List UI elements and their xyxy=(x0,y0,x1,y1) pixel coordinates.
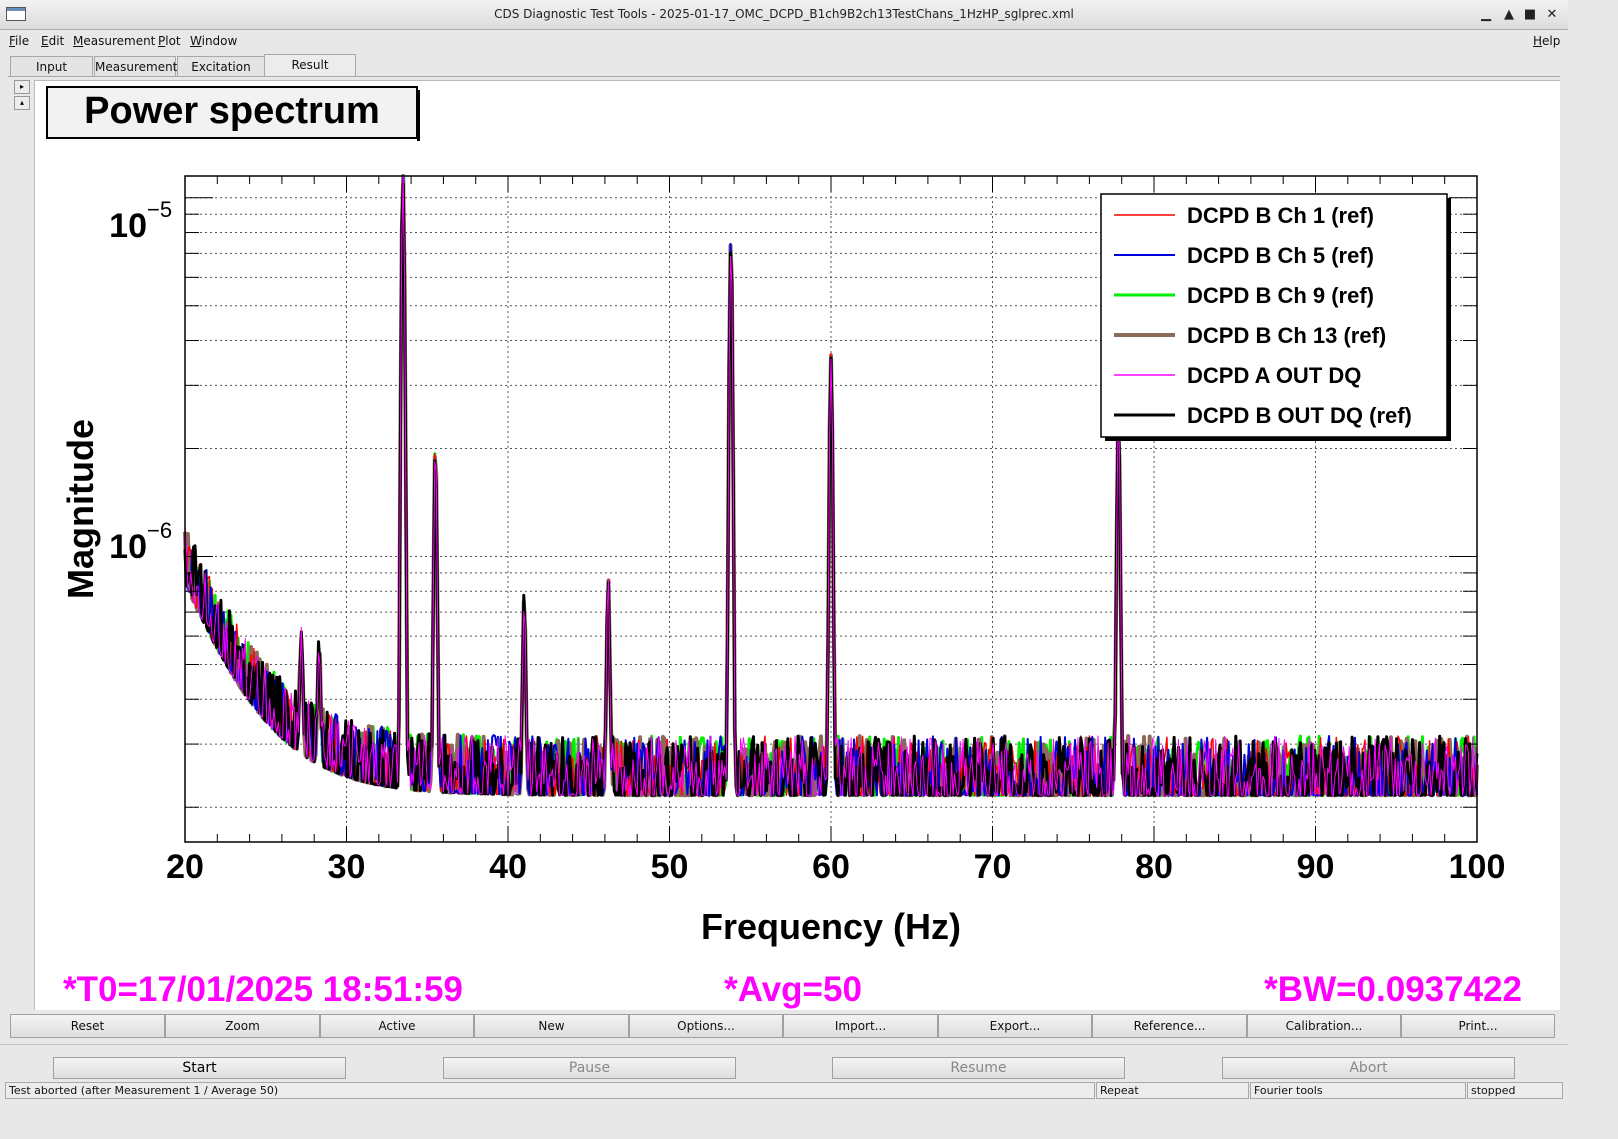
pause-button[interactable]: Pause xyxy=(443,1057,736,1079)
plot-title-shadow xyxy=(417,90,420,141)
menu-plot[interactable]: Plot xyxy=(158,34,181,48)
x-tick-label: 50 xyxy=(651,848,689,886)
start-button[interactable]: Start xyxy=(53,1057,346,1079)
run-controls: Start Pause Resume Abort xyxy=(0,1044,1568,1080)
menu-plot-label: lot xyxy=(165,34,181,48)
avg-annotation: *Avg=50 xyxy=(724,970,862,1009)
tab-result[interactable]: Result xyxy=(264,54,356,76)
expand-up-icon[interactable]: ▴ xyxy=(14,96,30,110)
options-button[interactable]: Options... xyxy=(629,1014,783,1038)
tab-bar: Input Measurement Excitation Result xyxy=(0,54,1568,78)
menu-measurement-label: easurement xyxy=(83,34,156,48)
menu-measurement-accel: M xyxy=(73,34,84,48)
ytick-exp-1e-5: −5 xyxy=(147,197,172,222)
zoom-button[interactable]: Zoom xyxy=(165,1014,320,1038)
calibration-button[interactable]: Calibration... xyxy=(1247,1014,1401,1038)
reset-button[interactable]: Reset xyxy=(10,1014,165,1038)
status-tools: Fourier tools xyxy=(1250,1082,1466,1099)
window-title: CDS Diagnostic Test Tools - 2025-01-17_O… xyxy=(494,7,1074,21)
menu-edit-accel: E xyxy=(41,34,49,48)
x-tick-label: 20 xyxy=(166,848,204,886)
close-icon[interactable]: ✕ xyxy=(1543,6,1561,24)
menu-window-label: indow xyxy=(201,34,238,48)
t0-annotation: *T0=17/01/2025 18:51:59 xyxy=(63,970,463,1009)
active-button[interactable]: Active xyxy=(320,1014,474,1038)
x-tick-labels: 20 30 40 50 60 70 80 90 100 xyxy=(166,848,1505,886)
app-window: CDS Diagnostic Test Tools - 2025-01-17_O… xyxy=(0,0,1568,1104)
ytick-label-1e-6: 10 xyxy=(109,528,147,566)
status-state: stopped xyxy=(1467,1082,1563,1099)
legend-entry: DCPD B Ch 1 (ref) xyxy=(1187,203,1374,228)
status-message: Test aborted (after Measurement 1 / Aver… xyxy=(5,1082,1095,1099)
y-axis-title: Magnitude xyxy=(60,419,101,599)
tab-measurement[interactable]: Measurement xyxy=(94,56,177,76)
menu-help-label: elp xyxy=(1542,34,1561,48)
legend-box xyxy=(1100,193,1448,438)
menu-bar: File Edit Measurement Plot Window Help xyxy=(0,30,1568,52)
minimize-icon[interactable]: ▁ xyxy=(1477,6,1495,24)
tab-divider xyxy=(8,76,1560,77)
import-button[interactable]: Import... xyxy=(783,1014,938,1038)
new-button[interactable]: New xyxy=(474,1014,629,1038)
x-tick-label: 60 xyxy=(812,848,850,886)
status-bar: Test aborted (after Measurement 1 / Aver… xyxy=(0,1082,1568,1100)
plot-title: Power spectrum xyxy=(84,90,380,132)
tab-excitation[interactable]: Excitation xyxy=(177,56,265,76)
legend-entry: DCPD B Ch 9 (ref) xyxy=(1187,283,1374,308)
ytick-exp-1e-6: −6 xyxy=(147,518,172,543)
abort-button[interactable]: Abort xyxy=(1222,1057,1515,1079)
print-button[interactable]: Print... xyxy=(1401,1014,1555,1038)
bw-annotation: *BW=0.0937422 xyxy=(1264,970,1522,1009)
expand-right-icon[interactable]: ▸ xyxy=(14,80,30,94)
menu-help-accel: H xyxy=(1533,34,1543,48)
x-tick-label: 30 xyxy=(328,848,366,886)
x-tick-label: 90 xyxy=(1297,848,1335,886)
plot-pad[interactable]: Power spectrum 10 −5 10 −6 20 30 40 50 60 70 8… xyxy=(34,80,1560,1010)
restore-icon[interactable]: ■ xyxy=(1521,6,1539,24)
x-tick-label: 100 xyxy=(1449,848,1506,886)
legend-entry: DCPD B Ch 5 (ref) xyxy=(1187,243,1374,268)
plot-toolbar: Reset Zoom Active New Options... Import.… xyxy=(10,1014,1555,1040)
menu-window-accel: W xyxy=(190,34,202,48)
menu-help[interactable]: Help xyxy=(1533,34,1560,48)
maximize-icon[interactable]: ▲ xyxy=(1500,6,1518,24)
legend-entry: DCPD B Ch 13 (ref) xyxy=(1187,323,1386,348)
x-tick-label: 40 xyxy=(489,848,527,886)
status-repeat: Repeat xyxy=(1096,1082,1249,1099)
resume-button[interactable]: Resume xyxy=(832,1057,1125,1079)
tab-input[interactable]: Input xyxy=(10,56,93,76)
x-tick-label: 80 xyxy=(1135,848,1173,886)
legend-entry: DCPD B OUT DQ (ref) xyxy=(1187,403,1412,428)
ytick-label-1e-5: 10 xyxy=(109,207,147,245)
title-bar[interactable]: CDS Diagnostic Test Tools - 2025-01-17_O… xyxy=(0,0,1568,30)
x-tick-label: 70 xyxy=(974,848,1012,886)
reference-button[interactable]: Reference... xyxy=(1092,1014,1247,1038)
power-spectrum-chart[interactable]: Power spectrum 10 −5 10 −6 20 30 40 50 60 70 8… xyxy=(35,81,1561,1011)
menu-edit-label: dit xyxy=(48,34,65,48)
pad-side-buttons: ▸ ▴ xyxy=(14,80,30,112)
menu-file[interactable]: File xyxy=(9,34,29,48)
x-axis-title: Frequency (Hz) xyxy=(701,906,961,947)
menu-window[interactable]: Window xyxy=(190,34,237,48)
export-button[interactable]: Export... xyxy=(938,1014,1092,1038)
legend-entry: DCPD A OUT DQ xyxy=(1187,363,1361,388)
menu-measurement[interactable]: Measurement xyxy=(73,34,155,48)
menu-edit[interactable]: Edit xyxy=(41,34,64,48)
menu-file-label: ile xyxy=(15,34,30,48)
